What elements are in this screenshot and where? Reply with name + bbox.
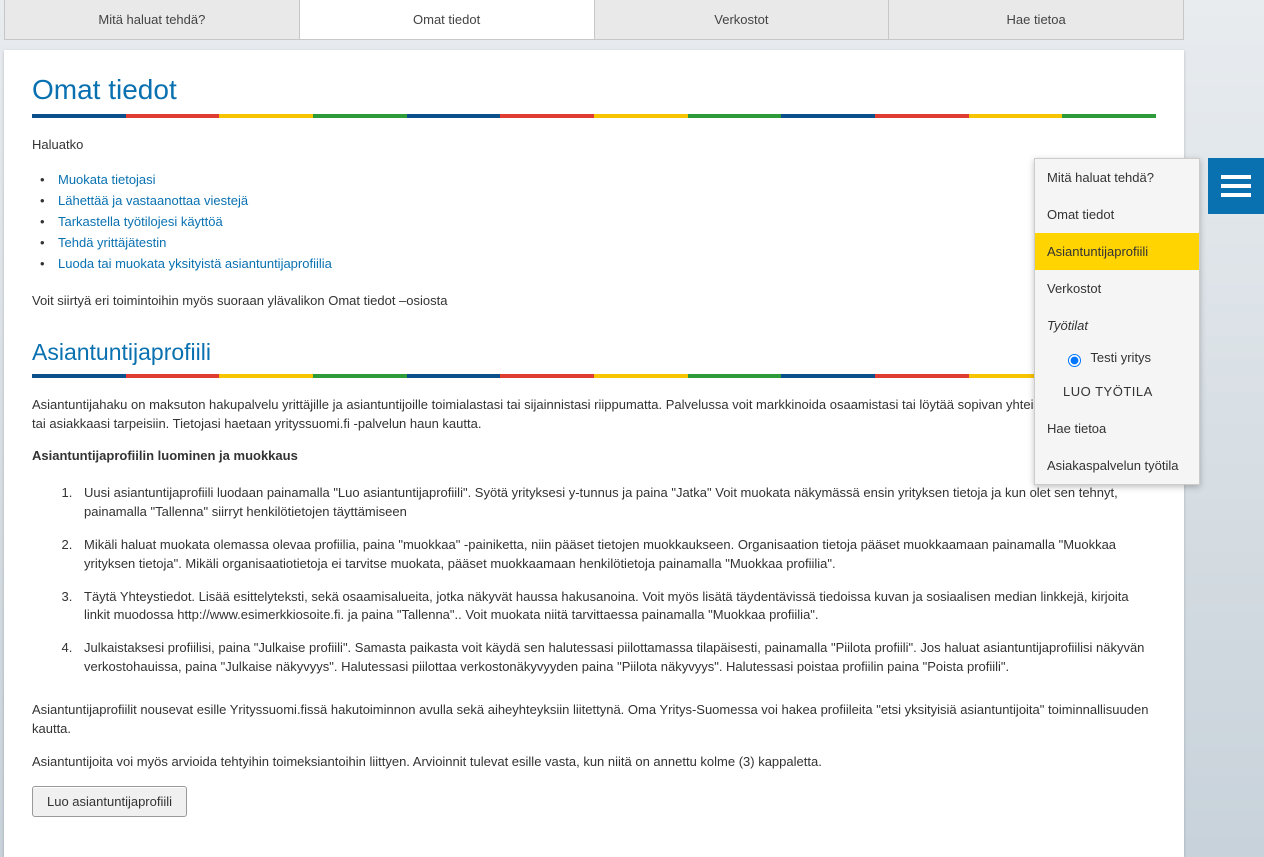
intro-text: Haluatko — [32, 136, 1156, 155]
link-edit-info[interactable]: Muokata tietojasi — [58, 172, 156, 187]
hamburger-icon — [1221, 171, 1251, 201]
tab-networks[interactable]: Verkostot — [595, 0, 890, 39]
workspace-radio-label: Testi yritys — [1090, 350, 1151, 365]
page-title: Omat tiedot — [32, 74, 1156, 106]
action-link-list: Muokata tietojasi Lähettää ja vastaanott… — [32, 169, 1156, 274]
link-workspace-usage[interactable]: Tarkastella työtilojesi käyttöä — [58, 214, 223, 229]
link-messages[interactable]: Lähettää ja vastaanottaa viestejä — [58, 193, 248, 208]
expert-note-2: Asiantuntijoita voi myös arvioida tehtyi… — [32, 753, 1156, 772]
tab-search-info[interactable]: Hae tietoa — [889, 0, 1183, 39]
menu-expert-profile[interactable]: Asiantuntijaprofiili — [1035, 233, 1199, 270]
hamburger-button[interactable] — [1208, 158, 1264, 214]
link-expert-profile[interactable]: Luoda tai muokata yksityistä asiantuntij… — [58, 256, 332, 271]
menu-workspaces-header: Työtilat — [1035, 307, 1199, 344]
menu-search-info[interactable]: Hae tietoa — [1035, 410, 1199, 447]
divider-rainbow-2 — [32, 374, 1156, 378]
top-nav: Mitä haluat tehdä? Omat tiedot Verkostot… — [4, 0, 1184, 40]
menu-customer-service[interactable]: Asiakaspalvelun työtila — [1035, 447, 1199, 484]
side-menu: Mitä haluat tehdä? Omat tiedot Asiantunt… — [1034, 158, 1200, 485]
step-4: Julkaistaksesi profiilisi, paina "Julkai… — [76, 635, 1156, 687]
create-expert-profile-button[interactable]: Luo asiantuntijaprofiili — [32, 786, 187, 817]
link-entrepreneur-test[interactable]: Tehdä yrittäjätestin — [58, 235, 166, 250]
tab-what[interactable]: Mitä haluat tehdä? — [5, 0, 300, 39]
step-3: Täytä Yhteystiedot. Lisää esittelyteksti… — [76, 584, 1156, 636]
step-2: Mikäli haluat muokata olemassa olevaa pr… — [76, 532, 1156, 584]
step-1: Uusi asiantuntijaprofiili luodaan painam… — [76, 480, 1156, 532]
menu-networks[interactable]: Verkostot — [1035, 270, 1199, 307]
expert-steps: Uusi asiantuntijaprofiili luodaan painam… — [32, 480, 1156, 687]
after-links-text: Voit siirtyä eri toimintoihin myös suora… — [32, 292, 1156, 311]
divider-rainbow — [32, 114, 1156, 118]
content-card: Omat tiedot Haluatko Muokata tietojasi L… — [4, 50, 1184, 857]
expert-subheading: Asiantuntijaprofiilin luominen ja muokka… — [32, 448, 298, 463]
expert-intro: Asiantuntijahaku on maksuton hakupalvelu… — [32, 396, 1156, 434]
tab-own-info[interactable]: Omat tiedot — [300, 0, 595, 39]
menu-what[interactable]: Mitä haluat tehdä? — [1035, 159, 1199, 196]
menu-workspace-radio[interactable]: Testi yritys — [1035, 344, 1199, 373]
menu-create-workspace[interactable]: LUO TYÖTILA — [1035, 373, 1199, 410]
workspace-radio-input[interactable] — [1068, 354, 1081, 367]
expert-note-1: Asiantuntijaprofiilit nousevat esille Yr… — [32, 701, 1156, 739]
menu-own-info[interactable]: Omat tiedot — [1035, 196, 1199, 233]
section-title-expert: Asiantuntijaprofiili — [32, 339, 1156, 366]
